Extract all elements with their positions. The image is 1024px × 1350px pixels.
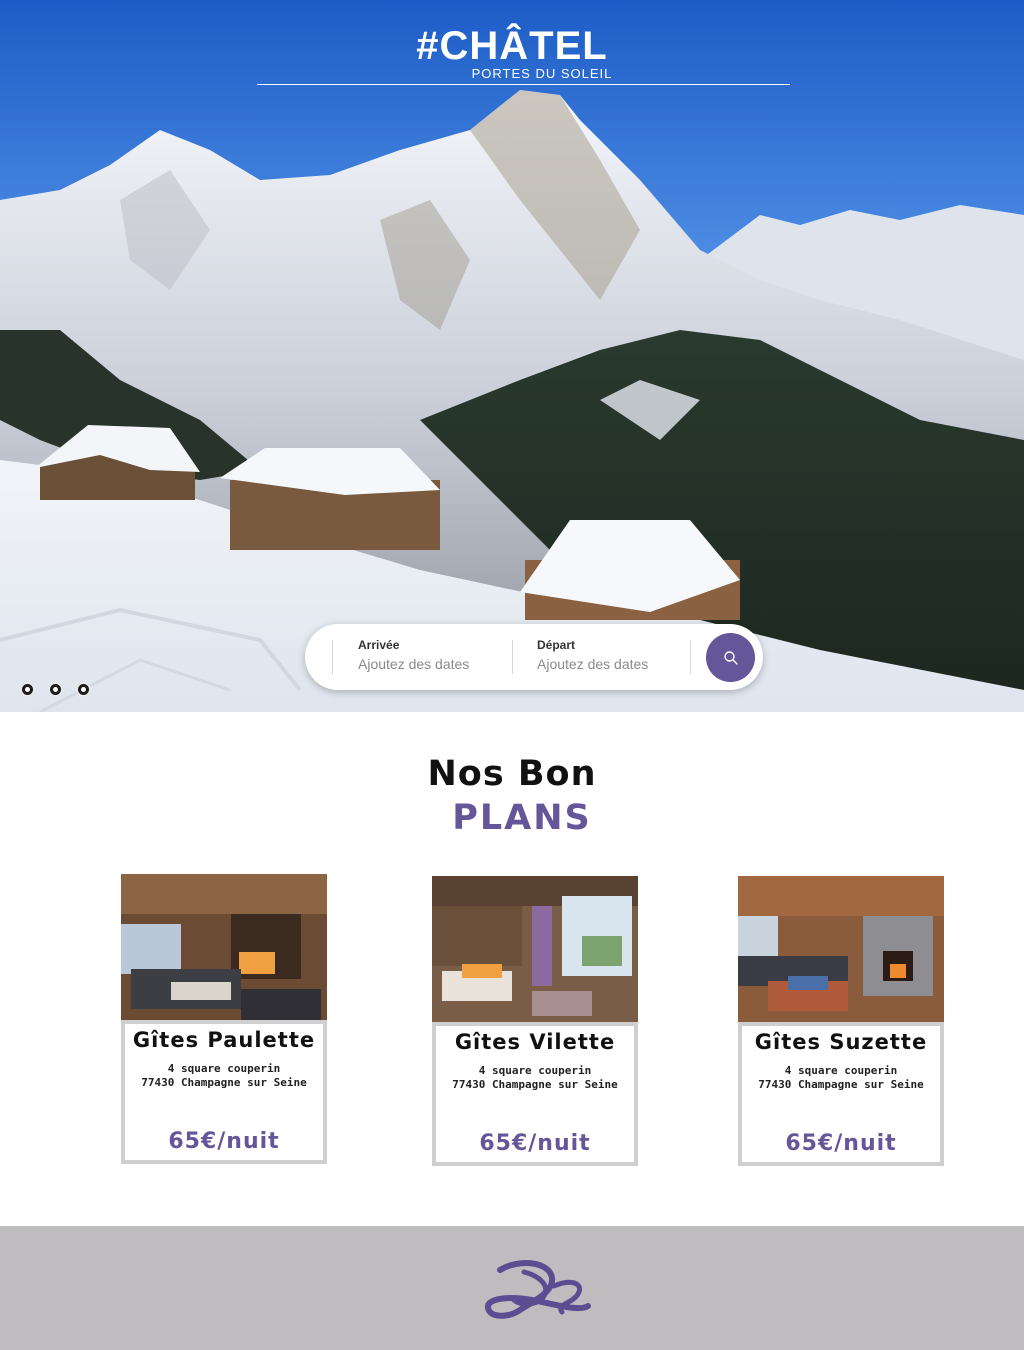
card-price: 65€/nuit	[479, 1131, 591, 1156]
card-address: 4 square couperin 77430 Champagne sur Se…	[742, 1064, 940, 1092]
search-button[interactable]	[706, 633, 755, 682]
card-body: Gîtes Suzette 4 square couperin 77430 Ch…	[738, 1022, 944, 1166]
card-photo	[738, 876, 944, 1022]
departure-date-input[interactable]	[537, 656, 697, 672]
ys-monogram-logo[interactable]	[480, 1256, 596, 1324]
header-divider	[257, 84, 790, 85]
search-icon	[723, 650, 738, 665]
carousel-dot[interactable]	[20, 682, 35, 697]
card-address: 4 square couperin 77430 Champagne sur Se…	[125, 1062, 323, 1090]
card-address-line1: 4 square couperin	[167, 1062, 281, 1075]
card-photo	[432, 876, 638, 1022]
footer	[0, 1226, 1024, 1350]
arrival-field-group[interactable]: Arrivée	[358, 638, 518, 672]
section-title-line2: PLANS	[452, 798, 592, 838]
carousel-dot[interactable]	[48, 682, 63, 697]
card-photo	[121, 874, 327, 1020]
carousel-dot[interactable]	[76, 682, 91, 697]
departure-label: Départ	[537, 638, 576, 652]
card-body: Gîtes Vilette 4 square couperin 77430 Ch…	[432, 1022, 638, 1166]
search-divider	[332, 640, 333, 674]
card-title: Gîtes Vilette	[454, 1030, 616, 1054]
card-address: 4 square couperin 77430 Champagne sur Se…	[436, 1064, 634, 1092]
card-price: 65€/nuit	[785, 1131, 897, 1156]
chalet-middle	[220, 448, 440, 550]
carousel-dots	[20, 682, 91, 697]
logo-title: #CHÂTEL	[416, 24, 608, 68]
departure-field-group[interactable]: Départ	[537, 638, 697, 672]
card-address-line2: 77430 Champagne sur Seine	[452, 1078, 618, 1091]
search-divider	[690, 640, 691, 674]
arrival-date-input[interactable]	[358, 656, 518, 672]
search-divider	[512, 640, 513, 674]
card-address-line1: 4 square couperin	[478, 1064, 592, 1077]
card-title: Gîtes Paulette	[132, 1028, 316, 1052]
arrival-label: Arrivée	[358, 638, 400, 652]
card-price: 65€/nuit	[168, 1129, 280, 1154]
card-address-line2: 77430 Champagne sur Seine	[758, 1078, 924, 1091]
rental-card[interactable]: Gîtes Suzette 4 square couperin 77430 Ch…	[738, 876, 944, 1166]
card-address-line2: 77430 Champagne sur Seine	[141, 1076, 307, 1089]
chatel-logo[interactable]: #CHÂTEL PORTES DU SOLEIL	[0, 26, 1024, 82]
logo-subtitle: PORTES DU SOLEIL	[471, 66, 613, 81]
rental-card[interactable]: Gîtes Paulette 4 square couperin 77430 C…	[121, 874, 327, 1164]
mountain-photo	[0, 0, 1024, 712]
section-title: Nos Bon PLANS	[0, 752, 1024, 840]
card-address-line1: 4 square couperin	[784, 1064, 898, 1077]
card-title: Gîtes Suzette	[754, 1030, 928, 1054]
section-title-line1: Nos Bon	[427, 754, 597, 794]
rental-card[interactable]: Gîtes Vilette 4 square couperin 77430 Ch…	[432, 876, 638, 1166]
hero-banner: #CHÂTEL PORTES DU SOLEIL Arrivée Départ	[0, 0, 1024, 712]
date-search-bar: Arrivée Départ	[305, 624, 763, 690]
card-body: Gîtes Paulette 4 square couperin 77430 C…	[121, 1020, 327, 1164]
